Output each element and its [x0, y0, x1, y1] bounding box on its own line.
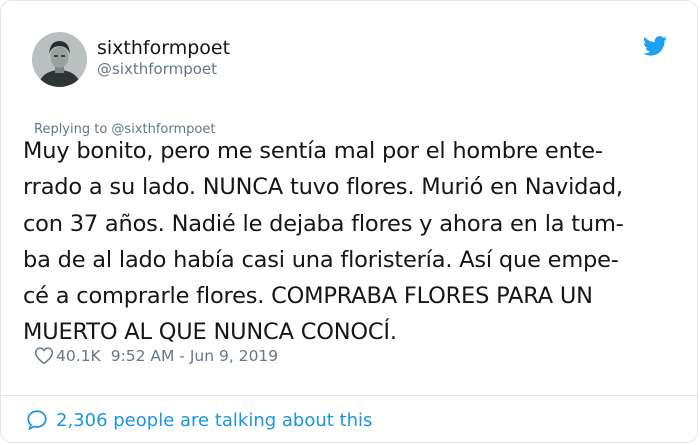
heart-icon[interactable] [34, 346, 54, 365]
user-handle[interactable]: @sixthformpoet [97, 60, 217, 78]
conversation-link[interactable]: 2,306 people are talking about this [26, 409, 372, 431]
tweet-meta: 40.1K 9:52 AM - Jun 9, 2019 [34, 346, 278, 365]
speech-bubble-icon [27, 410, 47, 431]
tweet-card: sixthformpoet @sixthformpoet Replying to… [0, 0, 698, 443]
conversation-label[interactable]: 2,306 people are talking about this [56, 410, 372, 431]
tweet-text: Muy bonito, pero me sentía mal por el ho… [23, 138, 624, 346]
avatar[interactable] [32, 32, 87, 87]
timestamp[interactable]: 9:52 AM - Jun 9, 2019 [111, 347, 278, 365]
divider [1, 395, 697, 396]
display-name[interactable]: sixthformpoet [97, 37, 230, 59]
twitter-bird-icon[interactable] [643, 36, 667, 56]
like-count[interactable]: 40.1K [56, 347, 101, 365]
